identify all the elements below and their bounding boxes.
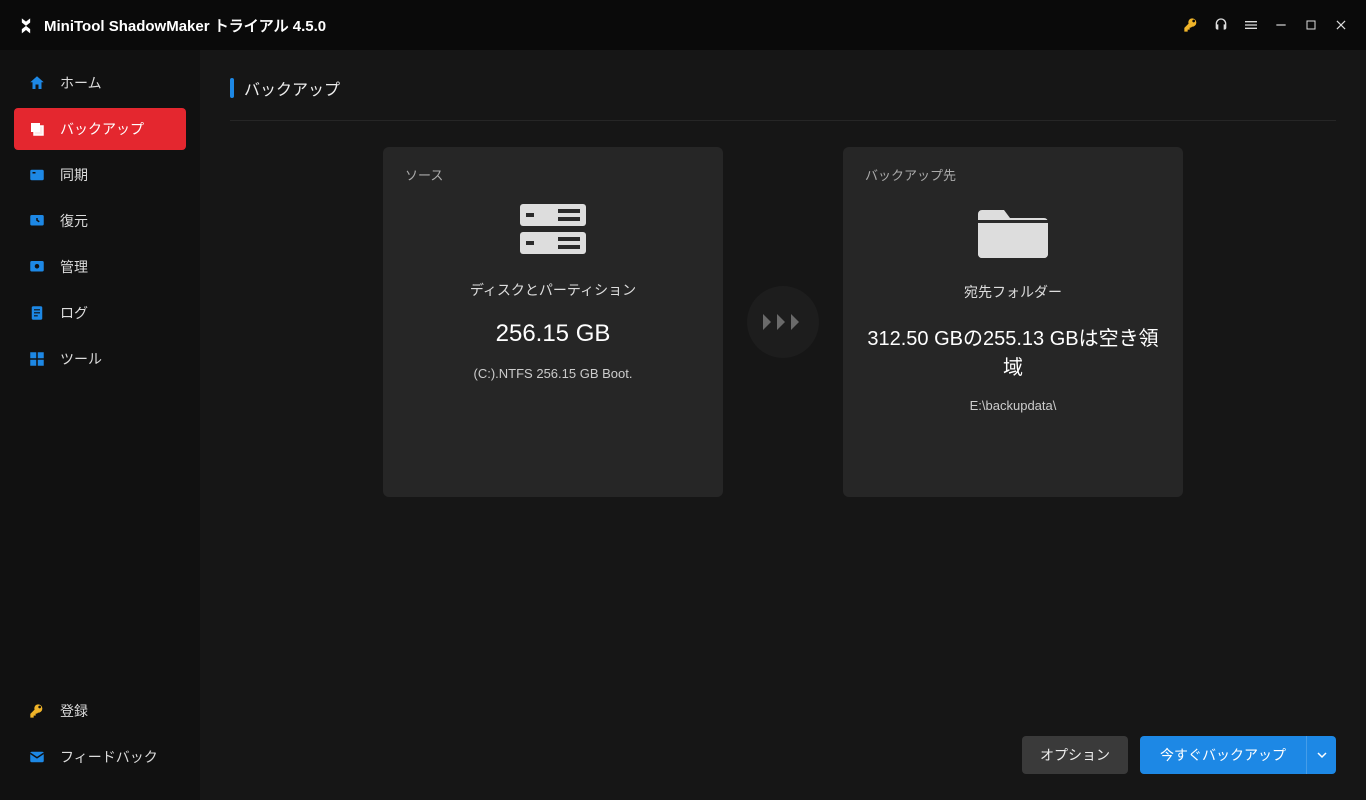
destination-free: 312.50 GBの255.13 GBは空き領域 xyxy=(865,322,1161,380)
manage-icon xyxy=(28,258,46,276)
backup-cards: ソース ディスクとパーティション 256.15 GB (C:). xyxy=(230,147,1336,497)
source-card[interactable]: ソース ディスクとパーティション 256.15 GB (C:). xyxy=(383,147,723,497)
header-accent-bar xyxy=(230,78,234,98)
sidebar-item-feedback[interactable]: フィードバック xyxy=(14,736,186,778)
disk-icon xyxy=(514,200,592,260)
titlebar-close-button[interactable] xyxy=(1326,10,1356,40)
restore-icon xyxy=(28,212,46,230)
source-size: 256.15 GB xyxy=(405,320,701,348)
backup-now-caret[interactable] xyxy=(1306,736,1336,774)
source-title: ディスクとパーティション xyxy=(405,280,701,300)
content-area: バックアップ ソース ディスクとパーティショ xyxy=(200,50,1366,800)
sidebar-item-label: バックアップ xyxy=(60,119,144,139)
titlebar-maximize-button[interactable] xyxy=(1296,10,1326,40)
titlebar-menu-button[interactable] xyxy=(1236,10,1266,40)
sidebar-item-label: 同期 xyxy=(60,165,88,185)
sidebar-item-label: 登録 xyxy=(60,701,88,721)
sync-icon xyxy=(28,166,46,184)
arrow-separator xyxy=(723,147,843,497)
tools-icon xyxy=(28,350,46,368)
folder-icon xyxy=(974,200,1052,262)
sidebar-item-label: 復元 xyxy=(60,211,88,231)
page-title: バックアップ xyxy=(244,76,340,100)
source-label: ソース xyxy=(405,165,701,184)
arrow-icon xyxy=(747,286,819,358)
app-title: MiniTool ShadowMaker トライアル 4.5.0 xyxy=(44,15,326,36)
sidebar-item-label: ホーム xyxy=(60,73,102,93)
log-icon xyxy=(28,304,46,322)
backup-now-button[interactable]: 今すぐバックアップ xyxy=(1140,736,1306,774)
footer-actions: オプション 今すぐバックアップ xyxy=(230,736,1336,774)
backup-icon xyxy=(28,120,46,138)
titlebar-minimize-button[interactable] xyxy=(1266,10,1296,40)
home-icon xyxy=(28,74,46,92)
options-button[interactable]: オプション xyxy=(1022,736,1128,774)
titlebar-key-button[interactable] xyxy=(1176,10,1206,40)
sidebar: ホーム バックアップ 同期 復元 xyxy=(0,50,200,800)
sidebar-item-label: ログ xyxy=(60,303,88,323)
sidebar-item-restore[interactable]: 復元 xyxy=(14,200,186,242)
app-logo: MiniTool ShadowMaker トライアル 4.5.0 xyxy=(16,15,326,36)
destination-card[interactable]: バックアップ先 宛先フォルダー 312.50 GBの255.13 GBは空き領域… xyxy=(843,147,1183,497)
sidebar-item-label: ツール xyxy=(60,349,102,369)
source-detail: (C:).NTFS 256.15 GB Boot. xyxy=(405,366,701,381)
sidebar-item-backup[interactable]: バックアップ xyxy=(14,108,186,150)
mail-icon xyxy=(28,748,46,766)
logo-icon xyxy=(16,15,36,35)
destination-label: バックアップ先 xyxy=(865,165,1161,184)
titlebar-headset-button[interactable] xyxy=(1206,10,1236,40)
sidebar-item-label: 管理 xyxy=(60,257,88,277)
page-header: バックアップ xyxy=(230,76,1336,121)
key-icon xyxy=(28,702,46,720)
sidebar-item-home[interactable]: ホーム xyxy=(14,62,186,104)
sidebar-item-tools[interactable]: ツール xyxy=(14,338,186,380)
sidebar-item-label: フィードバック xyxy=(60,747,158,767)
destination-path: E:\backupdata\ xyxy=(865,398,1161,413)
sidebar-item-sync[interactable]: 同期 xyxy=(14,154,186,196)
sidebar-item-manage[interactable]: 管理 xyxy=(14,246,186,288)
title-bar: MiniTool ShadowMaker トライアル 4.5.0 xyxy=(0,0,1366,50)
sidebar-item-register[interactable]: 登録 xyxy=(14,690,186,732)
destination-title: 宛先フォルダー xyxy=(865,282,1161,302)
sidebar-item-log[interactable]: ログ xyxy=(14,292,186,334)
backup-now-split-button: 今すぐバックアップ xyxy=(1140,736,1336,774)
